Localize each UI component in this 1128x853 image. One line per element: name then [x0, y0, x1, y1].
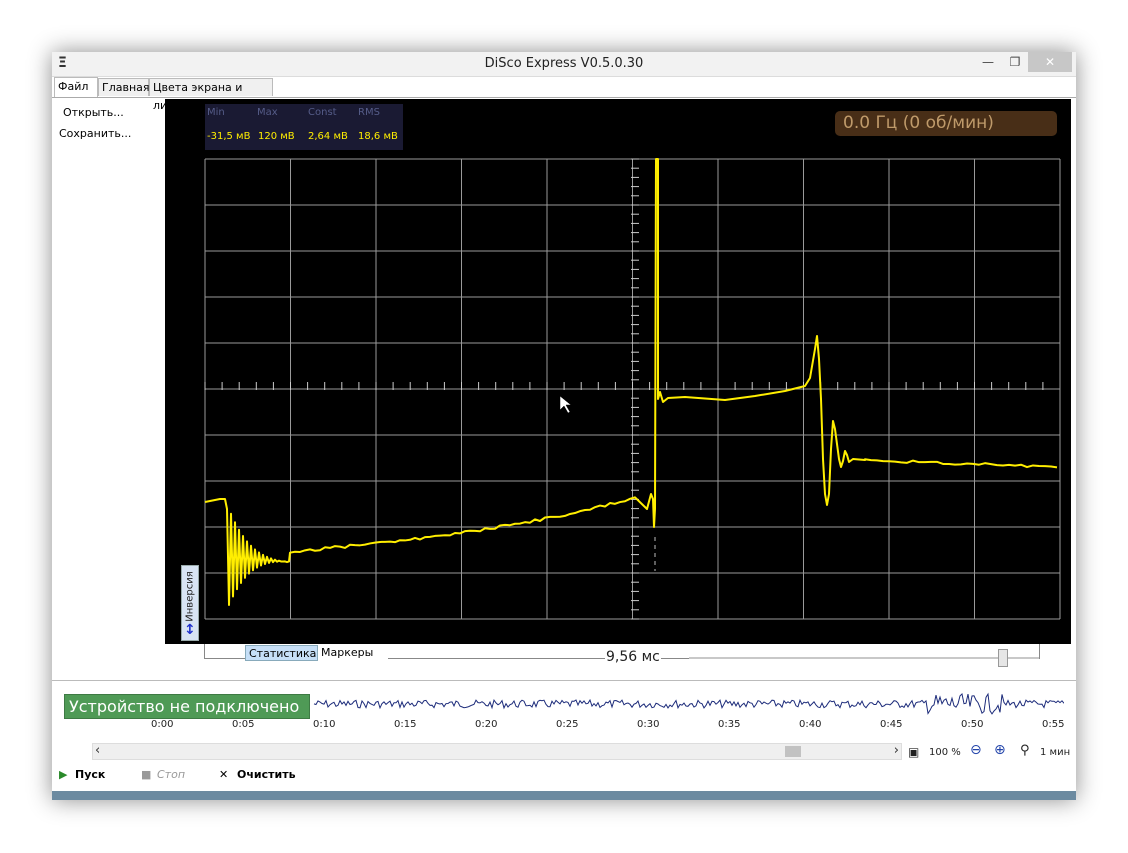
- timeline-tick: 0:45: [880, 719, 903, 730]
- oscilloscope-display[interactable]: Min Max Const RMS -31,5 мВ 120 мВ 2,64 м…: [165, 99, 1071, 644]
- signal-trace: [204, 158, 1058, 606]
- timeline-tick: 0:05: [232, 719, 255, 730]
- timeline-scrollbar[interactable]: ‹ ›: [92, 743, 902, 760]
- stat-const-header: Const: [308, 107, 337, 118]
- window-title: DiSco Express V0.5.0.30: [484, 56, 644, 71]
- stat-rms-value: 18,6 мВ: [358, 131, 398, 142]
- close-button[interactable]: ✕: [1028, 52, 1072, 72]
- stat-min-header: Min: [207, 107, 225, 118]
- vertical-arrows-icon: ↕: [184, 622, 196, 638]
- timeline-tick: 0:35: [718, 719, 741, 730]
- inversion-label: Инверсия: [184, 571, 196, 622]
- inversion-toggle[interactable]: Инверсия ↕: [181, 565, 199, 641]
- tab-home[interactable]: Главная: [98, 78, 150, 96]
- scroll-left-icon[interactable]: ‹: [95, 743, 100, 758]
- frequency-display: 0.0 Гц (0 об/мин): [835, 111, 1057, 136]
- scroll-right-icon[interactable]: ›: [894, 743, 899, 758]
- overview-trace: [313, 692, 1064, 715]
- zoom-in-icon[interactable]: ⊕: [994, 742, 1006, 758]
- stat-rms-header: RMS: [358, 107, 380, 118]
- zoom-duration: 1 мин: [1040, 747, 1071, 758]
- stat-max-value: 120 мВ: [258, 131, 295, 142]
- taskbar-strip: [52, 791, 1076, 800]
- section-divider: [52, 680, 1076, 681]
- timeline-tick: 0:55: [1042, 719, 1065, 730]
- connection-status-badge: Устройство не подключено: [64, 694, 310, 719]
- tab-colors[interactable]: Цвета экрана и линий: [149, 78, 273, 112]
- open-menu-item[interactable]: Открыть...: [63, 106, 124, 119]
- app-window: Ξ DiSco Express V0.5.0.30 — ❐ ✕ Файл Гла…: [52, 52, 1076, 800]
- timeline-tick: 0:40: [799, 719, 822, 730]
- timeline-tick: 0:30: [637, 719, 660, 730]
- timebase-slider-thumb[interactable]: [998, 649, 1008, 667]
- zoom-out-icon[interactable]: ⊖: [970, 742, 982, 758]
- tab-file[interactable]: Файл: [54, 77, 98, 97]
- stat-const-value: 2,64 мВ: [308, 131, 348, 142]
- zoom-fit-icon[interactable]: ▣: [908, 745, 919, 759]
- stat-min-value: -31,5 мВ: [207, 131, 251, 142]
- zoom-percent: 100 %: [929, 747, 961, 758]
- stop-icon: ■: [141, 768, 152, 781]
- clear-button[interactable]: Очистить: [237, 768, 296, 781]
- restore-button[interactable]: ❐: [1002, 52, 1028, 72]
- timeline-tick: 0:15: [394, 719, 417, 730]
- timeline-tick: 0:20: [475, 719, 498, 730]
- scrollbar-thumb[interactable]: [785, 746, 801, 757]
- magnifier-icon[interactable]: ⚲: [1020, 743, 1030, 758]
- statistics-panel: Min Max Const RMS -31,5 мВ 120 мВ 2,64 м…: [205, 104, 403, 150]
- timeline-tick: 0:10: [313, 719, 336, 730]
- timeline-tick: 0:50: [961, 719, 984, 730]
- clear-icon[interactable]: ✕: [219, 768, 228, 781]
- timeline-tick: 0:00: [151, 719, 174, 730]
- tab-markers[interactable]: Маркеры: [318, 645, 388, 661]
- tab-statistics[interactable]: Статистика: [245, 645, 318, 661]
- save-menu-item[interactable]: Сохранить...: [59, 127, 131, 140]
- time-per-division: 9,56 мс: [605, 649, 661, 665]
- start-button[interactable]: Пуск: [75, 768, 105, 781]
- stop-button[interactable]: Стоп: [157, 768, 185, 781]
- mouse-cursor-icon: [559, 395, 572, 414]
- ribbon-tabs: Файл Главная Цвета экрана и линий: [52, 77, 1076, 112]
- play-icon[interactable]: ▶: [59, 768, 67, 781]
- timebase-slider-track[interactable]: [689, 657, 1039, 659]
- minimize-button[interactable]: —: [974, 52, 1002, 72]
- stat-max-header: Max: [257, 107, 278, 118]
- scope-canvas: [204, 158, 1061, 620]
- timeline-tick: 0:25: [556, 719, 579, 730]
- title-bar: Ξ DiSco Express V0.5.0.30 — ❐ ✕: [52, 52, 1076, 77]
